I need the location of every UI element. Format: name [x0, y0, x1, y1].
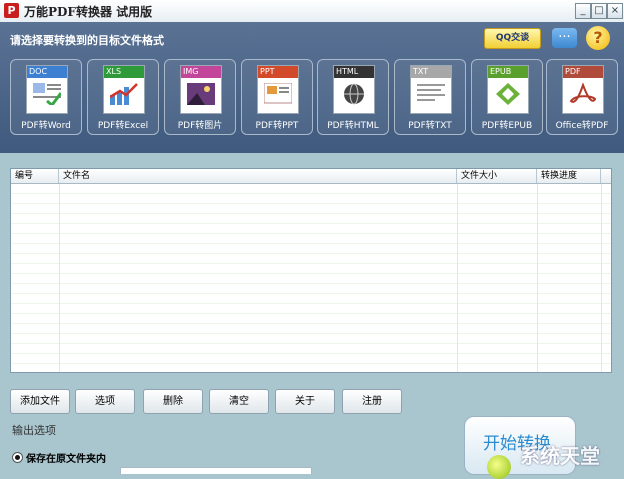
tile-label: PDF转HTML	[327, 121, 379, 131]
text-lines-icon	[417, 84, 445, 101]
tile-pdf-to-epub[interactable]: EPUB PDF转EPUB	[471, 59, 543, 135]
tile-label: PDF转TXT	[408, 121, 452, 131]
column-divider	[537, 184, 538, 372]
tile-label: PDF转图片	[177, 121, 223, 131]
word-lines-icon	[33, 83, 61, 105]
tile-pdf-to-word[interactable]: DOC PDF转Word	[10, 59, 82, 135]
column-header-filename[interactable]: 文件名	[59, 169, 457, 183]
pdf-doc-icon: PDF	[562, 65, 604, 114]
epub-diamond-icon	[496, 83, 520, 105]
photo-icon	[187, 83, 215, 105]
column-header-number[interactable]: 编号	[11, 169, 59, 183]
excel-doc-icon: XLS	[103, 65, 145, 114]
chat-bubble-icon[interactable]: ···	[552, 28, 577, 48]
tile-office-to-pdf[interactable]: PDF Office转PDF	[546, 59, 618, 135]
title-bar: P 万能PDF转换器 试用版 _ □ ×	[0, 0, 624, 23]
register-button[interactable]: 注册	[342, 389, 402, 414]
tile-pdf-to-excel[interactable]: XLS PDF转Excel	[87, 59, 159, 135]
format-prompt: 请选择要转换到的目标文件格式	[10, 34, 164, 47]
word-doc-icon: DOC	[26, 65, 68, 114]
format-tag: PDF	[563, 66, 603, 78]
clear-button[interactable]: 清空	[209, 389, 269, 414]
format-tag: PPT	[258, 66, 298, 78]
column-divider	[59, 184, 60, 372]
image-doc-icon: IMG	[180, 65, 222, 114]
tile-label: PDF转Word	[21, 121, 71, 131]
qq-chat-button[interactable]: QQ交谈	[484, 28, 541, 49]
file-list-header: 编号 文件名 文件大小 转换进度	[11, 169, 611, 184]
ppt-doc-icon: PPT	[257, 65, 299, 114]
add-file-button[interactable]: 添加文件	[10, 389, 70, 414]
qq-label: QQ交谈	[495, 33, 530, 43]
format-tag: EPUB	[488, 66, 528, 78]
globe-icon	[344, 83, 364, 105]
save-in-source-radio[interactable]	[12, 452, 23, 463]
options-button[interactable]: 选项	[75, 389, 135, 414]
tile-label: PDF转EPUB	[481, 121, 533, 131]
tile-pdf-to-html[interactable]: HTML PDF转HTML	[317, 59, 389, 135]
tile-pdf-to-txt[interactable]: TXT PDF转TXT	[394, 59, 466, 135]
watermark: 系统天堂	[520, 444, 600, 468]
file-list-rows	[11, 184, 611, 372]
window-title: 万能PDF转换器 试用版	[24, 5, 153, 19]
txt-doc-icon: TXT	[410, 65, 452, 114]
column-header-progress[interactable]: 转换进度	[537, 169, 601, 183]
format-tag: IMG	[181, 66, 221, 78]
tile-label: PDF转PPT	[255, 121, 299, 131]
maximize-button[interactable]: □	[591, 3, 607, 19]
format-tag: HTML	[334, 66, 374, 78]
start-ball-icon	[487, 455, 511, 479]
close-button[interactable]: ×	[607, 3, 623, 19]
column-divider	[601, 184, 602, 372]
format-tag: XLS	[104, 66, 144, 78]
format-tag: DOC	[27, 66, 67, 78]
tile-pdf-to-ppt[interactable]: PPT PDF转PPT	[241, 59, 313, 135]
column-header-size[interactable]: 文件大小	[457, 169, 537, 183]
minimize-button[interactable]: _	[575, 3, 591, 19]
column-divider	[457, 184, 458, 372]
slides-icon	[264, 83, 292, 104]
output-options-title: 输出选项	[12, 424, 56, 437]
question-icon[interactable]: ?	[586, 26, 610, 50]
tile-label: Office转PDF	[555, 121, 609, 131]
about-button[interactable]: 关于	[275, 389, 335, 414]
acrobat-icon	[569, 83, 597, 103]
delete-button[interactable]: 删除	[143, 389, 203, 414]
format-header: 请选择要转换到的目标文件格式 QQ交谈 ··· ? DOC PDF转Word X…	[0, 22, 624, 153]
file-list[interactable]: 编号 文件名 文件大小 转换进度	[10, 168, 612, 373]
app-icon: P	[4, 3, 19, 18]
excel-chart-icon	[110, 83, 138, 105]
tile-pdf-to-image[interactable]: IMG PDF转图片	[164, 59, 236, 135]
epub-doc-icon: EPUB	[487, 65, 529, 114]
save-in-source-label[interactable]: 保存在原文件夹内	[26, 450, 106, 465]
format-tag: TXT	[411, 66, 451, 78]
app-window: P 万能PDF转换器 试用版 _ □ × 请选择要转换到的目标文件格式 QQ交谈…	[0, 0, 624, 479]
html-doc-icon: HTML	[333, 65, 375, 114]
tile-label: PDF转Excel	[97, 121, 149, 131]
